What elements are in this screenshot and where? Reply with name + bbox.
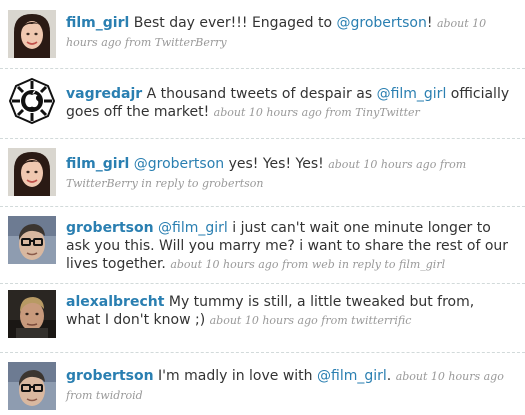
tweet-mention[interactable]: @film_girl xyxy=(377,86,447,102)
tweet-meta: about 10 hours ago from twitterrific xyxy=(209,314,412,327)
tweet-item: grobertson @film_girl i just can't wait … xyxy=(0,207,525,284)
woman-dark-hair-avatar[interactable] xyxy=(8,10,56,58)
woman-dark-hair-avatar[interactable] xyxy=(8,148,56,196)
tweet-body: grobertson I'm madly in love with @film_… xyxy=(66,367,513,405)
man-glasses-avatar[interactable] xyxy=(8,362,56,410)
tweet-body: alexalbrecht My tummy is still, a little… xyxy=(66,293,513,330)
tweet-mention[interactable]: @grobertson xyxy=(336,15,426,31)
tweet-username[interactable]: film_girl xyxy=(66,15,129,31)
tweet-username[interactable]: grobertson xyxy=(66,368,154,384)
tweet-text: I'm madly in love with xyxy=(158,368,317,384)
tweet-body: film_girl @grobertson yes! Yes! Yes! abo… xyxy=(66,155,513,193)
tweet-item: vagredajr A thousand tweets of despair a… xyxy=(0,69,525,139)
tweet-mention[interactable]: @grobertson xyxy=(134,156,224,172)
tweet-meta: about 10 hours ago from web in reply to … xyxy=(170,258,446,271)
tweet-text: . xyxy=(386,368,392,384)
tweet-text: A thousand tweets of despair as xyxy=(146,86,377,102)
tweet-username[interactable]: vagredajr xyxy=(66,86,142,102)
tweet-username[interactable]: grobertson xyxy=(66,220,154,236)
tweet-username[interactable]: film_girl xyxy=(66,156,129,172)
tweet-timeline: film_girl Best day ever!!! Engaged to @g… xyxy=(0,0,525,415)
tweet-text: yes! Yes! Yes! xyxy=(224,156,324,172)
tweet-item: alexalbrecht My tummy is still, a little… xyxy=(0,284,525,353)
tweet-item: grobertson I'm madly in love with @film_… xyxy=(0,353,525,415)
man-blond-avatar[interactable] xyxy=(8,290,56,338)
tweet-body: grobertson @film_girl i just can't wait … xyxy=(66,219,513,274)
tweet-body: film_girl Best day ever!!! Engaged to @g… xyxy=(66,14,513,52)
tweet-text: ! xyxy=(426,15,433,31)
tweet-item: film_girl @grobertson yes! Yes! Yes! abo… xyxy=(0,139,525,207)
tweet-meta: about 10 hours ago from TinyTwitter xyxy=(213,106,420,119)
tweet-username[interactable]: alexalbrecht xyxy=(66,294,164,310)
tweet-mention[interactable]: @film_girl xyxy=(317,368,387,384)
dharma-apple-logo-avatar[interactable] xyxy=(8,77,56,125)
tweet-item: film_girl Best day ever!!! Engaged to @g… xyxy=(0,0,525,69)
tweet-text: Best day ever!!! Engaged to xyxy=(133,15,337,31)
man-glasses-avatar[interactable] xyxy=(8,216,56,264)
tweet-body: vagredajr A thousand tweets of despair a… xyxy=(66,85,513,122)
tweet-mention[interactable]: @film_girl xyxy=(158,220,228,236)
